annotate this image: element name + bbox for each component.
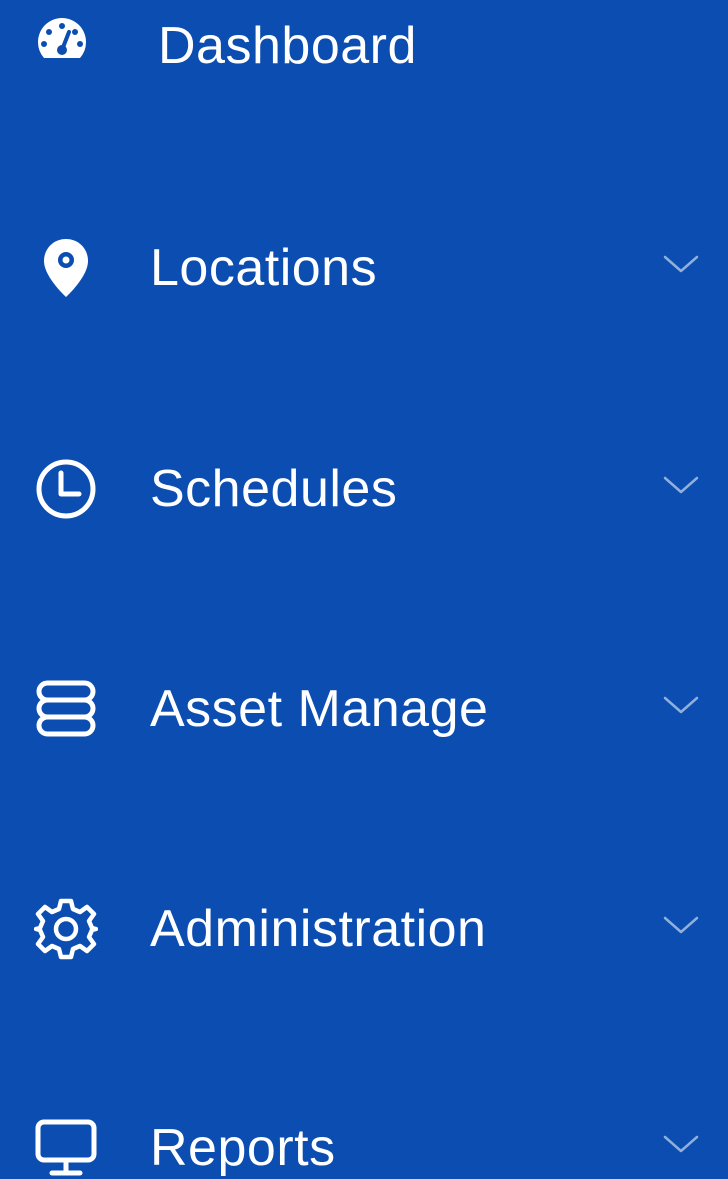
chevron-down-icon[interactable]	[662, 693, 700, 717]
sidebar-item-label: Asset Manage	[150, 680, 489, 738]
sidebar-item-locations[interactable]: Locations	[0, 204, 728, 324]
sidebar-item-label: Locations	[150, 239, 378, 297]
sidebar-item-schedules[interactable]: Schedules	[0, 425, 728, 545]
sidebar-item-dashboard[interactable]: Dashboard	[0, 0, 728, 102]
sidebar-item-label: Administration	[150, 900, 487, 958]
location-pin-icon	[34, 236, 98, 300]
chevron-down-icon[interactable]	[662, 252, 700, 276]
sidebar-item-asset-manage[interactable]: Asset Manage	[0, 645, 728, 765]
sidebar-item-administration[interactable]: Administration	[0, 865, 728, 985]
monitor-icon	[34, 1116, 98, 1179]
database-icon	[34, 677, 98, 741]
dashboard-gauge-icon	[30, 8, 94, 72]
sidebar-nav: Dashboard Locations Schedules Asset Mana…	[0, 0, 728, 1179]
chevron-down-icon[interactable]	[662, 473, 700, 497]
sidebar-item-label: Reports	[150, 1119, 336, 1177]
sidebar-item-reports[interactable]: Reports	[0, 1084, 728, 1179]
chevron-down-icon[interactable]	[662, 913, 700, 937]
gear-icon	[34, 897, 98, 961]
sidebar-item-label: Dashboard	[158, 17, 417, 75]
sidebar-item-label: Schedules	[150, 460, 398, 518]
chevron-down-icon[interactable]	[662, 1132, 700, 1156]
clock-icon	[34, 457, 98, 521]
